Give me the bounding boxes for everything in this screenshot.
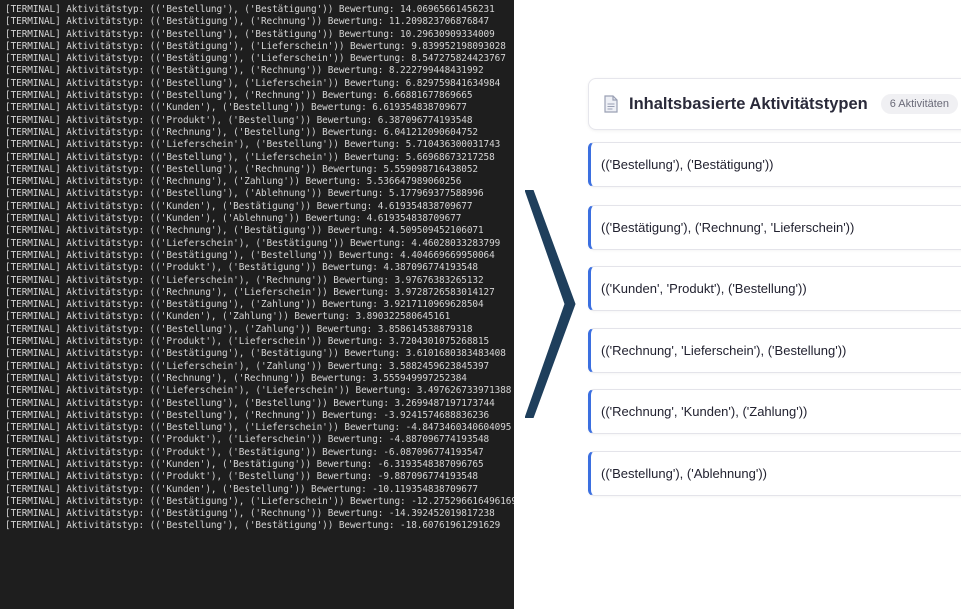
terminal-line: [TERMINAL] Aktivitätstyp: (('Lieferschei… <box>5 237 501 249</box>
terminal-line: [TERMINAL] Aktivitätstyp: (('Bestätigung… <box>5 40 506 52</box>
terminal-line: [TERMINAL] Aktivitätstyp: (('Lieferschei… <box>5 385 512 397</box>
terminal-line: [TERMINAL] Aktivitätstyp: (('Bestellung'… <box>5 4 495 15</box>
terminal-line: [TERMINAL] Aktivitätstyp: (('Bestellung'… <box>5 77 501 89</box>
terminal-line: [TERMINAL] Aktivitätstyp: (('Rechnung'),… <box>5 176 462 188</box>
terminal-output: [TERMINAL] Aktivitätstyp: (('Bestellung'… <box>0 0 514 609</box>
activity-card[interactable]: (('Bestätigung'), ('Rechnung', 'Liefersc… <box>588 205 961 250</box>
terminal-line: [TERMINAL] Aktivitätstyp: (('Bestellung'… <box>5 90 473 102</box>
terminal-line: [TERMINAL] Aktivitätstyp: (('Lieferschei… <box>5 139 501 151</box>
terminal-line: [TERMINAL] Aktivitätstyp: (('Kunden'), (… <box>5 311 451 323</box>
terminal-line: [TERMINAL] Aktivitätstyp: (('Kunden'), (… <box>5 102 467 114</box>
terminal-line: [TERMINAL] Aktivitätstyp: (('Kunden'), (… <box>5 483 478 495</box>
terminal-line: [TERMINAL] Aktivitätstyp: (('Produkt'), … <box>5 262 478 274</box>
terminal-line: [TERMINAL] Aktivitätstyp: (('Bestellung'… <box>5 151 495 163</box>
activity-card-label: (('Kunden', 'Produkt'), ('Bestellung')) <box>601 281 807 296</box>
terminal-line: [TERMINAL] Aktivitätstyp: (('Produkt'), … <box>5 434 490 446</box>
terminal-line: [TERMINAL] Aktivitätstyp: (('Produkt'), … <box>5 114 473 126</box>
terminal-line: [TERMINAL] Aktivitätstyp: (('Bestätigung… <box>5 16 490 28</box>
terminal-line: [TERMINAL] Aktivitätstyp: (('Bestellung'… <box>5 397 495 409</box>
terminal-line: [TERMINAL] Aktivitätstyp: (('Kunden'), (… <box>5 458 484 470</box>
terminal-line: [TERMINAL] Aktivitätstyp: (('Bestätigung… <box>5 299 484 311</box>
terminal-line: [TERMINAL] Aktivitätstyp: (('Rechnung'),… <box>5 225 484 237</box>
terminal-line: [TERMINAL] Aktivitätstyp: (('Kunden'), (… <box>5 200 473 212</box>
terminal-line: [TERMINAL] Aktivitätstyp: (('Lieferschei… <box>5 274 484 286</box>
activity-card[interactable]: (('Rechnung', 'Kunden'), ('Zahlung')) <box>588 389 961 434</box>
terminal-line: [TERMINAL] Aktivitätstyp: (('Bestätigung… <box>5 495 514 507</box>
terminal-line: [TERMINAL] Aktivitätstyp: (('Bestellung'… <box>5 422 512 434</box>
panel-title: Inhaltsbasierte Aktivitätstypen <box>629 94 868 113</box>
terminal-line: [TERMINAL] Aktivitätstyp: (('Bestellung'… <box>5 28 495 40</box>
terminal-line: [TERMINAL] Aktivitätstyp: (('Bestellung'… <box>5 188 484 200</box>
terminal-line: [TERMINAL] Aktivitätstyp: (('Bestätigung… <box>5 348 506 360</box>
activity-card[interactable]: (('Rechnung', 'Lieferschein'), ('Bestell… <box>588 328 961 373</box>
activity-types-header: Inhaltsbasierte Aktivitätstypen 6 Aktivi… <box>588 78 961 130</box>
terminal-line: [TERMINAL] Aktivitätstyp: (('Bestätigung… <box>5 65 484 77</box>
activity-card[interactable]: (('Kunden', 'Produkt'), ('Bestellung')) <box>588 266 961 311</box>
terminal-line: [TERMINAL] Aktivitätstyp: (('Bestellung'… <box>5 409 490 421</box>
activity-card-label: (('Bestätigung'), ('Rechnung', 'Liefersc… <box>601 220 855 235</box>
terminal-line: [TERMINAL] Aktivitätstyp: (('Rechnung'),… <box>5 126 478 138</box>
activity-card-label: (('Bestellung'), ('Bestätigung')) <box>601 157 774 172</box>
document-icon <box>604 95 618 113</box>
terminal-line: [TERMINAL] Aktivitätstyp: (('Produkt'), … <box>5 471 478 483</box>
terminal-line: [TERMINAL] Aktivitätstyp: (('Produkt'), … <box>5 336 490 348</box>
terminal-line: [TERMINAL] Aktivitätstyp: (('Bestellung'… <box>5 520 501 532</box>
activity-card-label: (('Bestellung'), ('Ablehnung')) <box>601 466 768 481</box>
chevron-right-arrow <box>525 190 576 418</box>
activity-count-badge: 6 Aktivitäten <box>880 94 959 114</box>
activity-card[interactable]: (('Bestellung'), ('Ablehnung')) <box>588 451 961 496</box>
terminal-log: [TERMINAL] Aktivitätstyp: (('Bestellung'… <box>0 0 514 533</box>
terminal-line: [TERMINAL] Aktivitätstyp: (('Bestellung'… <box>5 163 478 175</box>
terminal-line: [TERMINAL] Aktivitätstyp: (('Kunden'), (… <box>5 213 462 225</box>
activity-card-label: (('Rechnung', 'Kunden'), ('Zahlung')) <box>601 404 808 419</box>
terminal-line: [TERMINAL] Aktivitätstyp: (('Bestätigung… <box>5 508 495 520</box>
terminal-line: [TERMINAL] Aktivitätstyp: (('Rechnung'),… <box>5 286 495 298</box>
terminal-line: [TERMINAL] Aktivitätstyp: (('Bestätigung… <box>5 53 506 65</box>
terminal-line: [TERMINAL] Aktivitätstyp: (('Lieferschei… <box>5 360 490 372</box>
terminal-line: [TERMINAL] Aktivitätstyp: (('Produkt'), … <box>5 446 484 458</box>
terminal-line: [TERMINAL] Aktivitätstyp: (('Bestellung'… <box>5 323 473 335</box>
terminal-line: [TERMINAL] Aktivitätstyp: (('Bestätigung… <box>5 249 495 261</box>
terminal-line: [TERMINAL] Aktivitätstyp: (('Rechnung'),… <box>5 372 467 384</box>
activity-card-label: (('Rechnung', 'Lieferschein'), ('Bestell… <box>601 343 847 358</box>
activity-card[interactable]: (('Bestellung'), ('Bestätigung')) <box>588 142 961 187</box>
